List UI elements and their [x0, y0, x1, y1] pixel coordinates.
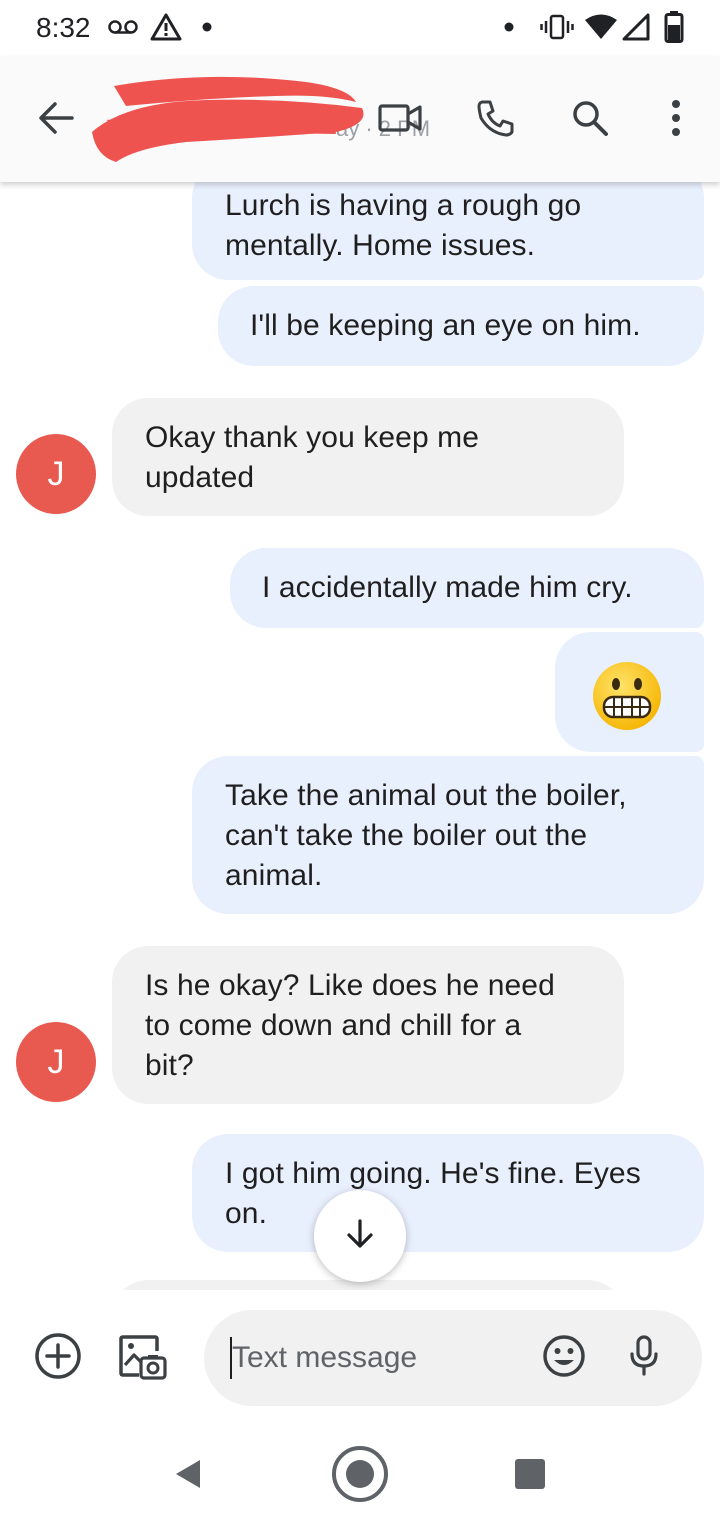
message-input-field[interactable] [204, 1310, 702, 1406]
emoji-button[interactable] [534, 1328, 594, 1388]
message-text: I accidentally made him cry. [262, 571, 633, 604]
battery-icon [664, 10, 684, 44]
nav-back-button[interactable] [156, 1444, 220, 1508]
message-bubble-incoming[interactable]: Is he okay? Like does he need to come do… [112, 946, 624, 1104]
phone-icon [476, 98, 516, 143]
message-text: Lurch is having a rough go [225, 189, 582, 222]
nav-home-button[interactable] [328, 1444, 392, 1508]
message-text: to come down and chill for a [145, 1009, 522, 1042]
emoji-icon [542, 1334, 586, 1383]
message-text: updated [145, 461, 255, 494]
phone-call-button[interactable] [468, 92, 524, 148]
message-bubble-outgoing[interactable]: Take the animal out the boiler, can't ta… [192, 756, 704, 914]
voicemail-icon [108, 10, 138, 44]
scroll-to-bottom-button[interactable] [314, 1190, 406, 1282]
message-list[interactable]: Lurch is having a rough go mentally. Hom… [0, 182, 720, 1290]
back-button[interactable] [28, 92, 84, 148]
status-bar: 8:32 [0, 0, 720, 56]
voice-input-button[interactable] [614, 1328, 674, 1388]
message-bubble-outgoing[interactable]: Lurch is having a rough go mentally. Hom… [192, 182, 704, 280]
add-circle-icon [34, 1332, 82, 1385]
message-text: can't take the boiler out the [225, 819, 588, 852]
more-options-button[interactable] [648, 92, 704, 148]
arrow-down-icon [346, 1218, 374, 1254]
message-text: Is he okay? Like does he need [145, 969, 555, 1002]
compose-bar [0, 1290, 720, 1430]
add-attachment-button[interactable] [28, 1328, 88, 1388]
message-bubble-incoming[interactable]: Okay thank you keep me updated [112, 398, 624, 516]
avatar[interactable]: J [16, 1022, 96, 1102]
contact-name-redaction [86, 72, 370, 168]
warning-icon [150, 10, 182, 44]
message-text: animal. [225, 859, 323, 892]
dot-icon [504, 10, 514, 44]
message-bubble-outgoing[interactable]: I got him going. He's fine. Eyes on. [192, 1134, 704, 1252]
message-text: mentally. Home issues. [225, 229, 536, 262]
message-text: on. [225, 1197, 268, 1230]
status-time: 8:32 [36, 12, 91, 43]
conversation-header: ay · 2 PM [0, 56, 720, 182]
message-text: I'll be keeping an eye on him. [250, 309, 641, 342]
system-navigation-bar [0, 1430, 720, 1520]
back-triangle-icon [172, 1457, 204, 1496]
video-call-button[interactable] [372, 92, 428, 148]
recents-square-icon [514, 1458, 546, 1495]
nav-recents-button[interactable] [498, 1444, 562, 1508]
search-button[interactable] [562, 92, 618, 148]
vibrate-icon [540, 10, 574, 44]
gallery-icon [117, 1331, 167, 1386]
gallery-button[interactable] [112, 1328, 172, 1388]
grimacing-face-emoji [591, 660, 663, 743]
message-bubble-outgoing[interactable] [555, 632, 704, 752]
arrow-left-icon [38, 101, 74, 140]
message-text: bit? [145, 1049, 194, 1082]
avatar-initial: J [47, 454, 65, 493]
mic-icon [629, 1334, 659, 1382]
message-bubble-outgoing[interactable]: I accidentally made him cry. [230, 548, 704, 628]
message-text: I got him going. He's fine. Eyes [225, 1157, 641, 1190]
message-bubble-incoming[interactable] [112, 1280, 624, 1290]
more-vert-icon [671, 99, 681, 141]
avatar-initial: J [47, 1042, 65, 1081]
message-bubble-outgoing[interactable]: I'll be keeping an eye on him. [218, 286, 704, 366]
wifi-icon [584, 10, 618, 44]
video-call-icon [378, 103, 422, 138]
search-icon [571, 99, 609, 142]
dot-icon [202, 10, 212, 44]
home-circle-icon [330, 1444, 390, 1509]
message-input[interactable] [232, 1338, 532, 1378]
message-text: Okay thank you keep me [145, 421, 480, 454]
avatar[interactable]: J [16, 434, 96, 514]
message-text: Take the animal out the boiler, [225, 779, 627, 812]
signal-icon [622, 10, 650, 44]
